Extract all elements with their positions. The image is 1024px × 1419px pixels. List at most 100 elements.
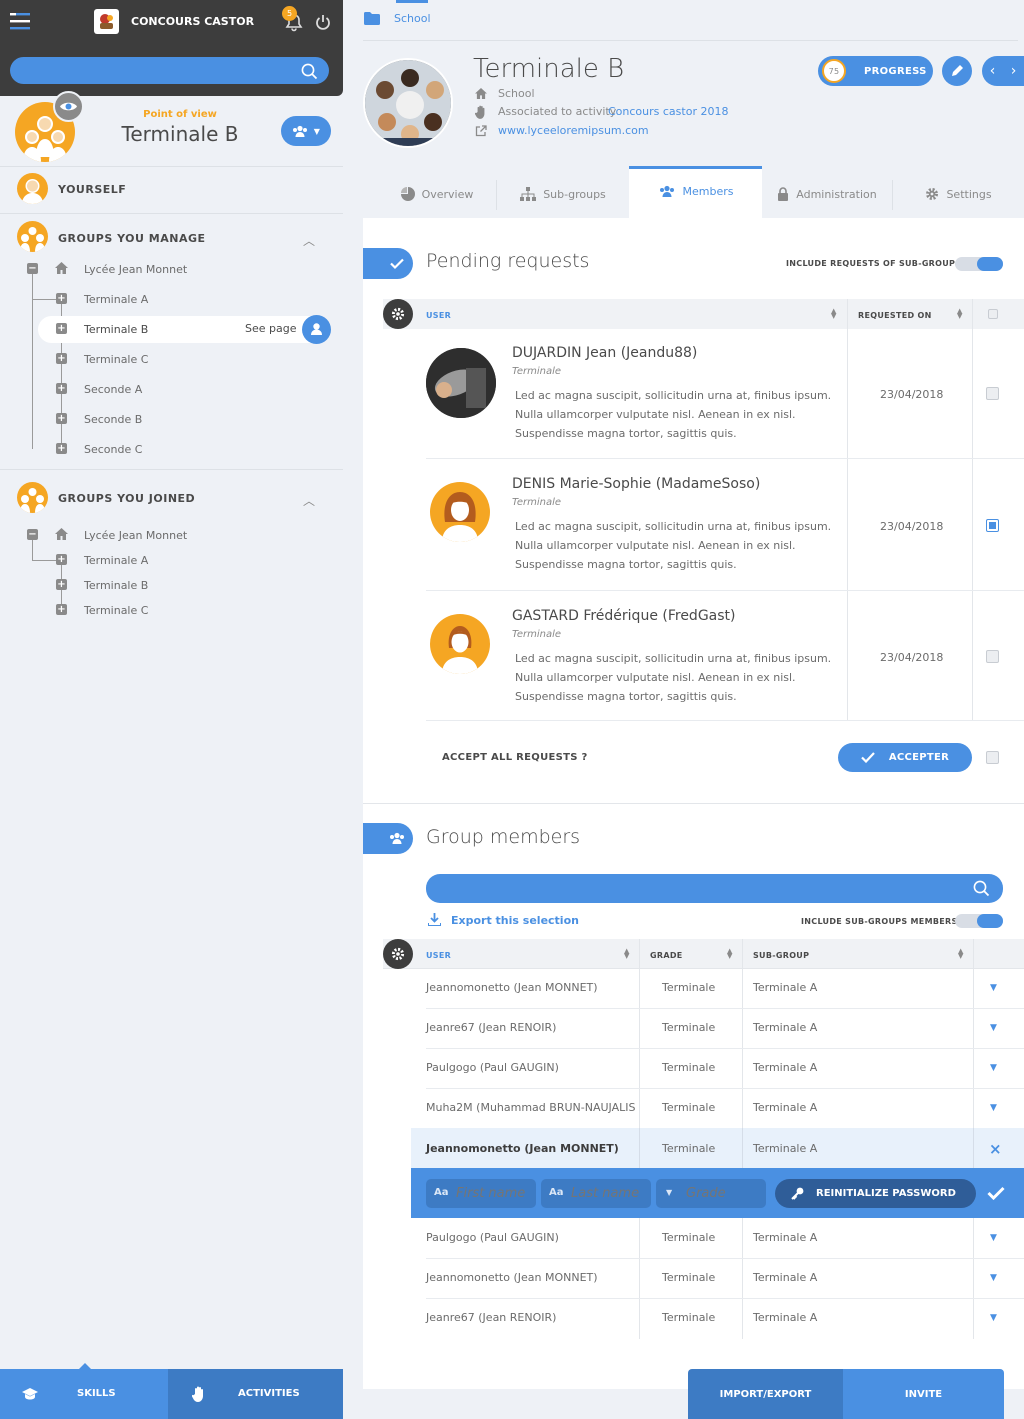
- sort-icon[interactable]: ▲ ▼: [957, 308, 962, 320]
- col-subgroup[interactable]: SUB-GROUP: [753, 951, 809, 960]
- tree-item[interactable]: Seconde A: [84, 383, 142, 396]
- col-user[interactable]: USER: [426, 951, 451, 960]
- tab-overview[interactable]: Overview: [378, 172, 496, 216]
- chevron-up-icon[interactable]: ︿: [303, 232, 315, 249]
- tree-item[interactable]: Terminale C: [84, 604, 148, 617]
- check-icon[interactable]: [987, 1186, 1005, 1200]
- export-link[interactable]: Export this selection: [451, 914, 579, 927]
- first-name-input[interactable]: [456, 1184, 532, 1203]
- tree-item[interactable]: Terminale A: [84, 554, 148, 567]
- caret-down-icon[interactable]: ▼: [990, 1103, 997, 1113]
- col-grade[interactable]: GRADE: [650, 951, 683, 960]
- member-user[interactable]: Paulgogo (Paul GAUGIN): [426, 1061, 559, 1074]
- member-user-selected[interactable]: Jeannomonetto (Jean MONNET): [426, 1142, 619, 1155]
- user-icon[interactable]: [302, 315, 331, 344]
- member-user[interactable]: Jeanre67 (Jean RENOIR): [426, 1021, 556, 1034]
- power-icon[interactable]: [315, 14, 331, 30]
- expand-icon[interactable]: +: [56, 579, 67, 590]
- member-user[interactable]: Jeannomonetto (Jean MONNET): [426, 1271, 598, 1284]
- skills-tab[interactable]: SKILLS: [0, 1363, 168, 1419]
- tree-item[interactable]: Lycée Jean Monnet: [84, 529, 187, 542]
- group-switch-button[interactable]: ▼: [281, 116, 331, 146]
- member-user[interactable]: Paulgogo (Paul GAUGIN): [426, 1231, 559, 1244]
- caret-down-icon[interactable]: ▼: [990, 1233, 997, 1243]
- sort-icon[interactable]: ▲ ▼: [624, 948, 629, 960]
- last-name-input[interactable]: [571, 1184, 647, 1203]
- search-icon[interactable]: [301, 63, 318, 80]
- col-requested-on[interactable]: REQUESTED ON: [858, 311, 932, 320]
- chevron-up-icon[interactable]: ︿: [303, 492, 315, 509]
- tab-administration[interactable]: Administration: [762, 172, 892, 216]
- chevron-left-icon[interactable]: ‹: [990, 63, 996, 79]
- include-subgroups-toggle[interactable]: [955, 257, 1003, 271]
- expand-icon[interactable]: +: [56, 383, 67, 394]
- expand-icon[interactable]: +: [56, 413, 67, 424]
- import-export-button[interactable]: IMPORT/EXPORT: [688, 1369, 843, 1419]
- caret-down-icon[interactable]: ▼: [990, 1313, 997, 1323]
- tree-item[interactable]: Lycée Jean Monnet: [84, 263, 187, 276]
- sidebar-search-input[interactable]: [10, 57, 329, 84]
- tree-item[interactable]: Terminale A: [84, 293, 148, 306]
- progress-button[interactable]: 75 PROGRESS: [818, 56, 933, 86]
- expand-icon[interactable]: +: [56, 293, 67, 304]
- chevron-right-icon[interactable]: ›: [1011, 63, 1017, 79]
- last-name-field[interactable]: Aa: [541, 1179, 651, 1208]
- sort-icon[interactable]: ▲ ▼: [831, 308, 836, 320]
- breadcrumb-item[interactable]: School: [394, 12, 431, 25]
- row-divider: [426, 1258, 1024, 1259]
- tree-item[interactable]: Terminale B: [84, 579, 148, 592]
- expand-icon[interactable]: +: [56, 443, 67, 454]
- include-members-toggle[interactable]: [955, 914, 1003, 928]
- tab-members[interactable]: Members: [629, 166, 762, 218]
- download-icon[interactable]: [428, 913, 441, 926]
- accept-button[interactable]: ACCEPTER: [838, 743, 972, 772]
- sort-icon[interactable]: ▲ ▼: [727, 948, 732, 960]
- grade-select[interactable]: ▼: [656, 1179, 766, 1208]
- close-icon[interactable]: ×: [989, 1140, 1002, 1158]
- gear-icon[interactable]: [383, 299, 413, 329]
- caret-down-icon[interactable]: ▼: [990, 1023, 997, 1033]
- pencil-icon[interactable]: [942, 56, 972, 86]
- request-checkbox-checked[interactable]: [986, 519, 999, 532]
- search-icon[interactable]: [973, 880, 990, 897]
- col-user[interactable]: USER: [426, 311, 451, 320]
- reinitialize-password-button[interactable]: REINITIALIZE PASSWORD: [775, 1179, 976, 1208]
- caret-down-icon[interactable]: ▼: [990, 1273, 997, 1283]
- sort-icon[interactable]: ▲ ▼: [958, 948, 963, 960]
- expand-icon[interactable]: +: [56, 554, 67, 565]
- request-checkbox[interactable]: [986, 387, 999, 400]
- tab-settings[interactable]: Settings: [893, 172, 1024, 216]
- first-name-field[interactable]: Aa: [426, 1179, 536, 1208]
- menu-icon[interactable]: [10, 12, 30, 30]
- website-link[interactable]: www.lyceeloremipsum.com: [498, 124, 649, 137]
- eye-icon[interactable]: [53, 91, 84, 122]
- member-user[interactable]: Jeanre67 (Jean RENOIR): [426, 1311, 556, 1324]
- column-divider: [972, 299, 973, 720]
- invite-button[interactable]: INVITE: [843, 1369, 1004, 1419]
- expand-icon[interactable]: +: [56, 604, 67, 615]
- expand-icon[interactable]: +: [56, 323, 67, 334]
- members-search-input[interactable]: [426, 874, 1003, 903]
- member-user[interactable]: Jeannomonetto (Jean MONNET): [426, 981, 598, 994]
- request-checkbox[interactable]: [986, 650, 999, 663]
- expand-icon[interactable]: +: [56, 353, 67, 364]
- tree-item[interactable]: Seconde C: [84, 443, 142, 456]
- accept-all-checkbox[interactable]: [986, 751, 999, 764]
- yourself-link[interactable]: YOURSELF: [58, 183, 126, 196]
- select-all-checkbox[interactable]: [988, 309, 998, 319]
- collapse-icon[interactable]: −: [27, 263, 38, 274]
- tree-item[interactable]: Terminale C: [84, 353, 148, 366]
- gear-icon[interactable]: [383, 939, 413, 969]
- tree-item[interactable]: Terminale B: [84, 323, 148, 336]
- collapse-icon[interactable]: −: [27, 529, 38, 540]
- grade-input[interactable]: [686, 1184, 762, 1203]
- caret-down-icon[interactable]: ▼: [990, 1063, 997, 1073]
- activity-link[interactable]: Concours castor 2018: [608, 105, 728, 118]
- groups-joined-title: GROUPS YOU JOINED: [58, 492, 196, 505]
- activities-tab[interactable]: ACTIVITIES: [168, 1369, 343, 1419]
- tree-item[interactable]: Seconde B: [84, 413, 142, 426]
- see-page-link[interactable]: See page: [245, 322, 297, 335]
- tab-subgroups[interactable]: Sub-groups: [497, 172, 629, 216]
- caret-down-icon[interactable]: ▼: [990, 983, 997, 993]
- member-user[interactable]: Muha2M (Muhammad BRUN-NAUJALIS: [426, 1101, 635, 1114]
